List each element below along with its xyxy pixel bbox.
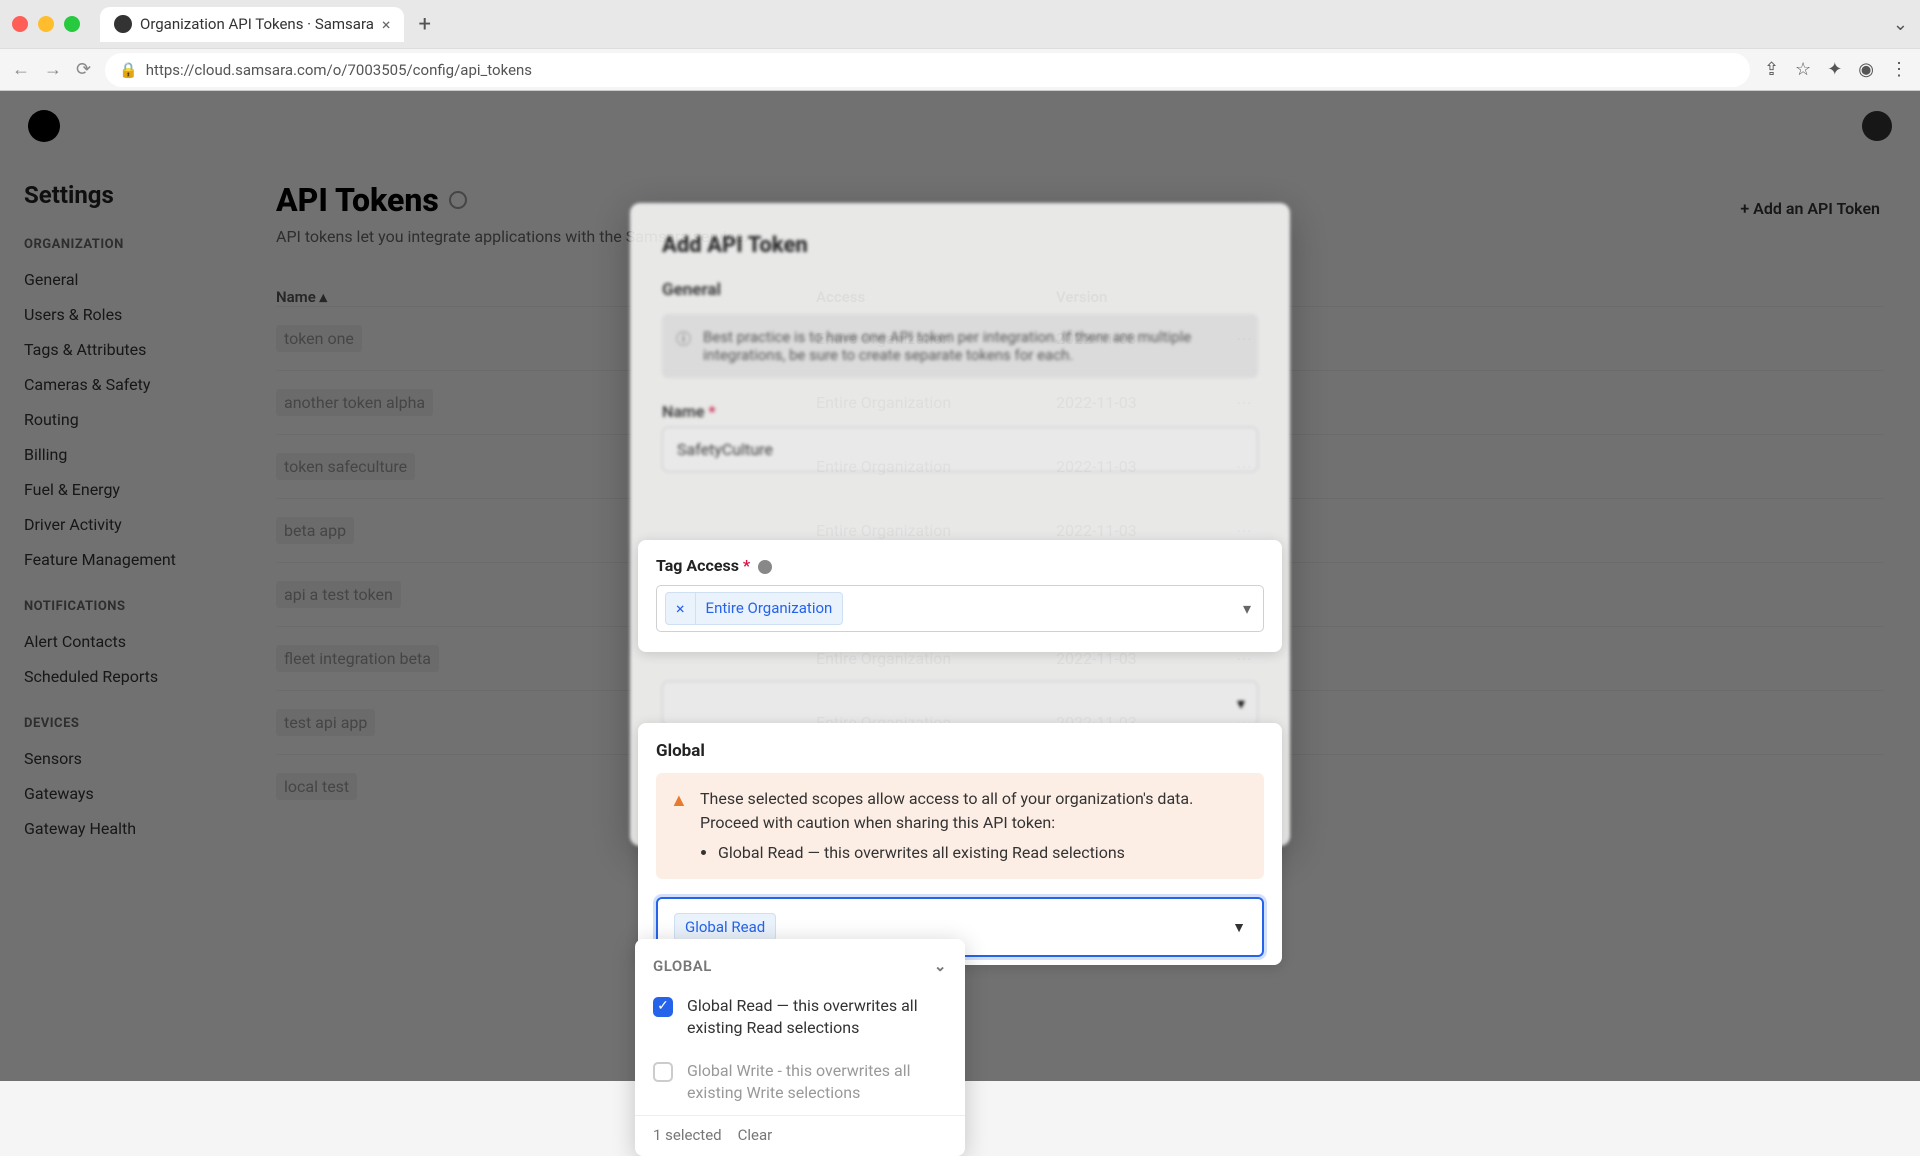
tag-access-select[interactable]: × Entire Organization ▾ [656,585,1264,632]
close-tab-icon[interactable]: × [382,15,391,34]
groups-select[interactable]: ▾ [662,681,1258,726]
selected-count: 1 selected [653,1126,722,1144]
remove-chip-icon[interactable]: × [666,593,696,624]
lock-icon: 🔒 [119,61,138,79]
info-icon: ⓘ [676,328,691,364]
info-icon[interactable] [758,560,772,574]
option-global-read[interactable]: ✓ Global Read — this overwrites all exis… [635,985,965,1050]
url-text: https://cloud.samsara.com/o/7003505/conf… [146,61,532,79]
profile-icon[interactable]: ◉ [1858,59,1874,80]
url-field[interactable]: 🔒 https://cloud.samsara.com/o/7003505/co… [105,53,1750,87]
extensions-icon[interactable]: ✦ [1827,59,1842,80]
new-tab-button[interactable]: + [418,12,430,37]
traffic-lights [12,16,80,32]
forward-icon[interactable]: → [44,59,62,80]
global-title: Global [656,741,1264,761]
tag-chip: × Entire Organization [665,592,843,625]
tag-access-label: Tag Access * [656,556,1264,575]
reload-icon[interactable]: ⟳ [76,59,91,80]
name-label: Name * [662,402,1258,421]
chevron-down-icon[interactable]: ▾ [1243,599,1251,618]
tag-access-panel: Tag Access * × Entire Organization ▾ [638,540,1282,652]
favicon-icon [114,15,132,33]
tab-title: Organization API Tokens · Samsara [140,15,374,33]
menu-icon[interactable]: ⋮ [1890,59,1908,80]
share-icon[interactable]: ⇪ [1764,59,1779,80]
checkbox-checked-icon[interactable]: ✓ [653,997,673,1017]
chevron-down-icon[interactable]: ▼ [1232,919,1246,936]
warning-banner: ▲ These selected scopes allow access to … [656,773,1264,879]
minimize-window-icon[interactable] [38,16,54,32]
dropdown-header[interactable]: GLOBAL ⌄ [635,953,965,985]
info-banner: ⓘ Best practice is to have one API token… [662,314,1258,378]
tag-chip-label: Entire Organization [696,593,843,624]
general-section-label: General [662,280,1258,300]
browser-chrome: Organization API Tokens · Samsara × + ⌄ … [0,0,1920,91]
clear-button[interactable]: Clear [738,1126,773,1144]
warning-icon: ▲ [670,787,688,814]
close-window-icon[interactable] [12,16,28,32]
star-icon[interactable]: ☆ [1795,59,1811,80]
modal-title: Add API Token [662,233,1258,258]
back-icon[interactable]: ← [12,59,30,80]
chevron-down-icon[interactable]: ⌄ [934,957,947,975]
scope-chip: Global Read [674,913,776,941]
option-global-write[interactable]: Global Write - this overwrites all exist… [635,1050,965,1115]
scope-dropdown: GLOBAL ⌄ ✓ Global Read — this overwrites… [635,939,965,1156]
maximize-window-icon[interactable] [64,16,80,32]
global-panel: Global ▲ These selected scopes allow acc… [638,723,1282,965]
browser-tab[interactable]: Organization API Tokens · Samsara × [100,7,404,42]
name-input[interactable]: SafetyCulture [662,427,1258,472]
checkbox-icon[interactable] [653,1062,673,1082]
